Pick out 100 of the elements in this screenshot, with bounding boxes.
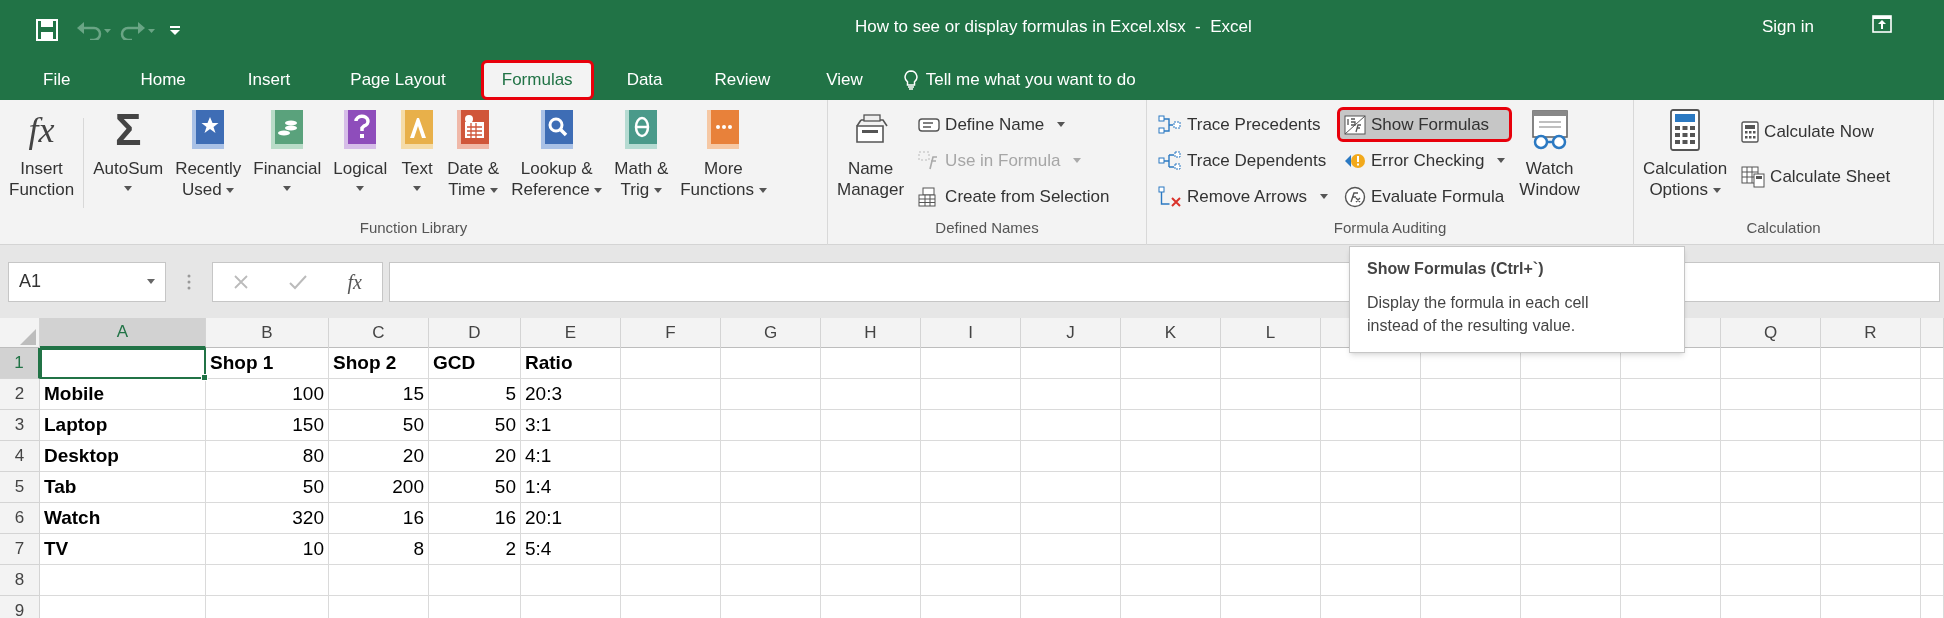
insert-function-button[interactable]: fx bbox=[347, 266, 362, 297]
ribbon-tab[interactable]: Review bbox=[693, 60, 792, 100]
column-header[interactable]: J bbox=[1021, 318, 1121, 348]
ribbon-tab[interactable]: Data bbox=[605, 60, 684, 100]
book-icon bbox=[538, 109, 575, 151]
customize-toolbar-icon[interactable] bbox=[170, 24, 180, 36]
fill-handle[interactable] bbox=[201, 374, 208, 381]
ribbon-button[interactable]: fx Insert Function bbox=[4, 106, 80, 200]
ribbon-tab[interactable]: View bbox=[805, 60, 884, 100]
redo-icon[interactable] bbox=[120, 20, 156, 40]
column-header[interactable]: B bbox=[206, 318, 329, 348]
table-cell: 5:4 bbox=[521, 534, 621, 565]
table-cell: 50 bbox=[429, 410, 521, 441]
ribbon-display-options-icon[interactable] bbox=[1872, 15, 1892, 33]
column-header[interactable]: Q bbox=[1721, 318, 1821, 348]
cancel-icon[interactable] bbox=[233, 273, 250, 290]
table-cell: 1:4 bbox=[521, 472, 621, 503]
caret-icon bbox=[147, 279, 155, 284]
save-icon[interactable] bbox=[36, 19, 58, 41]
table-cell: 5 bbox=[429, 379, 521, 410]
ribbon-button[interactable]: Watch Window bbox=[1514, 106, 1585, 200]
group-label: Defined Names bbox=[934, 217, 1040, 238]
caret-icon bbox=[1497, 158, 1506, 163]
ribbon-tab[interactable]: Page Layout bbox=[329, 60, 467, 100]
undo-icon[interactable] bbox=[76, 20, 112, 40]
caret-icon bbox=[283, 185, 292, 191]
sheet-calculator-icon bbox=[1741, 165, 1766, 188]
ribbon-button[interactable]: Date & Time bbox=[442, 106, 505, 200]
row-header[interactable]: 5 bbox=[0, 472, 40, 503]
table-cell: 80 bbox=[206, 441, 329, 472]
column-header[interactable]: A bbox=[40, 318, 206, 348]
table-cell: 8 bbox=[329, 534, 429, 565]
row-header[interactable]: 4 bbox=[0, 441, 40, 472]
column-header[interactable]: K bbox=[1121, 318, 1221, 348]
column-header[interactable]: D bbox=[429, 318, 521, 348]
table-cell: Mobile bbox=[40, 379, 206, 410]
row-header[interactable]: 2 bbox=[0, 379, 40, 410]
tell-me-field[interactable]: Tell me what you want to do bbox=[925, 67, 1136, 93]
remove-arrows-icon bbox=[1158, 185, 1182, 208]
column-header[interactable]: I bbox=[921, 318, 1021, 348]
ribbon-button[interactable]: Σ AutoSum bbox=[88, 106, 169, 197]
column-header[interactable]: C bbox=[329, 318, 429, 348]
column-header[interactable]: F bbox=[621, 318, 721, 348]
column-header[interactable]: R bbox=[1821, 318, 1921, 348]
ribbon-small-button[interactable]: Define Name bbox=[911, 107, 1117, 142]
table-cell: 3:1 bbox=[521, 410, 621, 441]
ribbon-button[interactable]: Name Manager bbox=[832, 106, 910, 200]
empty-cell bbox=[1921, 441, 1944, 472]
book-icon bbox=[399, 109, 436, 151]
ribbon-button[interactable]: Logical bbox=[328, 106, 393, 197]
row-header[interactable]: 6 bbox=[0, 503, 40, 534]
ribbon-small-button[interactable]: Trace Precedents bbox=[1151, 107, 1335, 142]
ribbon-tab[interactable]: Formulas bbox=[480, 60, 594, 100]
caret-icon bbox=[1057, 122, 1066, 127]
select-all-icon[interactable] bbox=[20, 329, 36, 345]
row-header[interactable]: 9 bbox=[0, 596, 40, 618]
ribbon-small-button[interactable]: Remove Arrows bbox=[1151, 179, 1335, 214]
book-icon bbox=[705, 109, 742, 151]
caret-icon bbox=[653, 188, 662, 193]
ribbon-button[interactable]: Text bbox=[394, 106, 441, 197]
ribbon-button[interactable]: Calculation Options bbox=[1638, 106, 1733, 200]
enter-icon[interactable] bbox=[289, 273, 308, 290]
book-icon bbox=[269, 109, 306, 151]
ribbon-small-button[interactable]: Calculate Sheet bbox=[1734, 159, 1898, 194]
table-cell: Desktop bbox=[40, 441, 206, 472]
row-header[interactable]: 7 bbox=[0, 534, 40, 565]
ribbon-tab[interactable]: Insert bbox=[226, 60, 312, 100]
table-cell: Laptop bbox=[40, 410, 206, 441]
ribbon-button[interactable]: More Functions bbox=[675, 106, 772, 200]
ribbon-button[interactable]: Financial bbox=[248, 106, 327, 197]
row-header[interactable]: 1 bbox=[0, 348, 40, 379]
column-header[interactable]: L bbox=[1221, 318, 1321, 348]
ribbon-tab[interactable]: Home bbox=[119, 60, 207, 100]
column-header[interactable]: G bbox=[721, 318, 821, 348]
table-cell: Tab bbox=[40, 472, 206, 503]
ribbon-small-button[interactable]: Calculate Now bbox=[1734, 114, 1898, 149]
ribbon-small-button[interactable]: Evaluate Formula bbox=[1337, 179, 1513, 214]
ribbon-button[interactable]: Math & Trig bbox=[609, 106, 674, 200]
table-cell: 320 bbox=[206, 503, 329, 534]
column-header[interactable]: H bbox=[821, 318, 921, 348]
column-header[interactable]: E bbox=[521, 318, 621, 348]
row-header[interactable]: 8 bbox=[0, 565, 40, 596]
ribbon-small-button[interactable]: Error Checking bbox=[1337, 143, 1513, 178]
ribbon-button[interactable]: Lookup & Reference bbox=[506, 106, 608, 200]
sigma-icon: Σ bbox=[114, 108, 142, 152]
ribbon-small-button[interactable]: Create from Selection bbox=[911, 179, 1117, 214]
row-header[interactable]: 3 bbox=[0, 410, 40, 441]
table-cell: 10 bbox=[206, 534, 329, 565]
table-cell: Watch bbox=[40, 503, 206, 534]
selected-cell[interactable] bbox=[40, 348, 206, 379]
ribbon-small-button[interactable]: Trace Dependents bbox=[1151, 143, 1335, 178]
empty-cell bbox=[1921, 379, 1944, 410]
trace-arrows-icon bbox=[1158, 150, 1182, 171]
table-cell: 16 bbox=[329, 503, 429, 534]
calculator-icon bbox=[1741, 120, 1760, 143]
ribbon-small-button[interactable]: Show Formulas bbox=[1337, 107, 1513, 142]
ribbon-tab[interactable]: File bbox=[22, 60, 92, 100]
sign-in-link[interactable]: Sign in bbox=[1762, 14, 1814, 40]
ribbon-button[interactable]: Recently Used bbox=[170, 106, 247, 200]
name-box[interactable]: A1 bbox=[8, 261, 166, 302]
